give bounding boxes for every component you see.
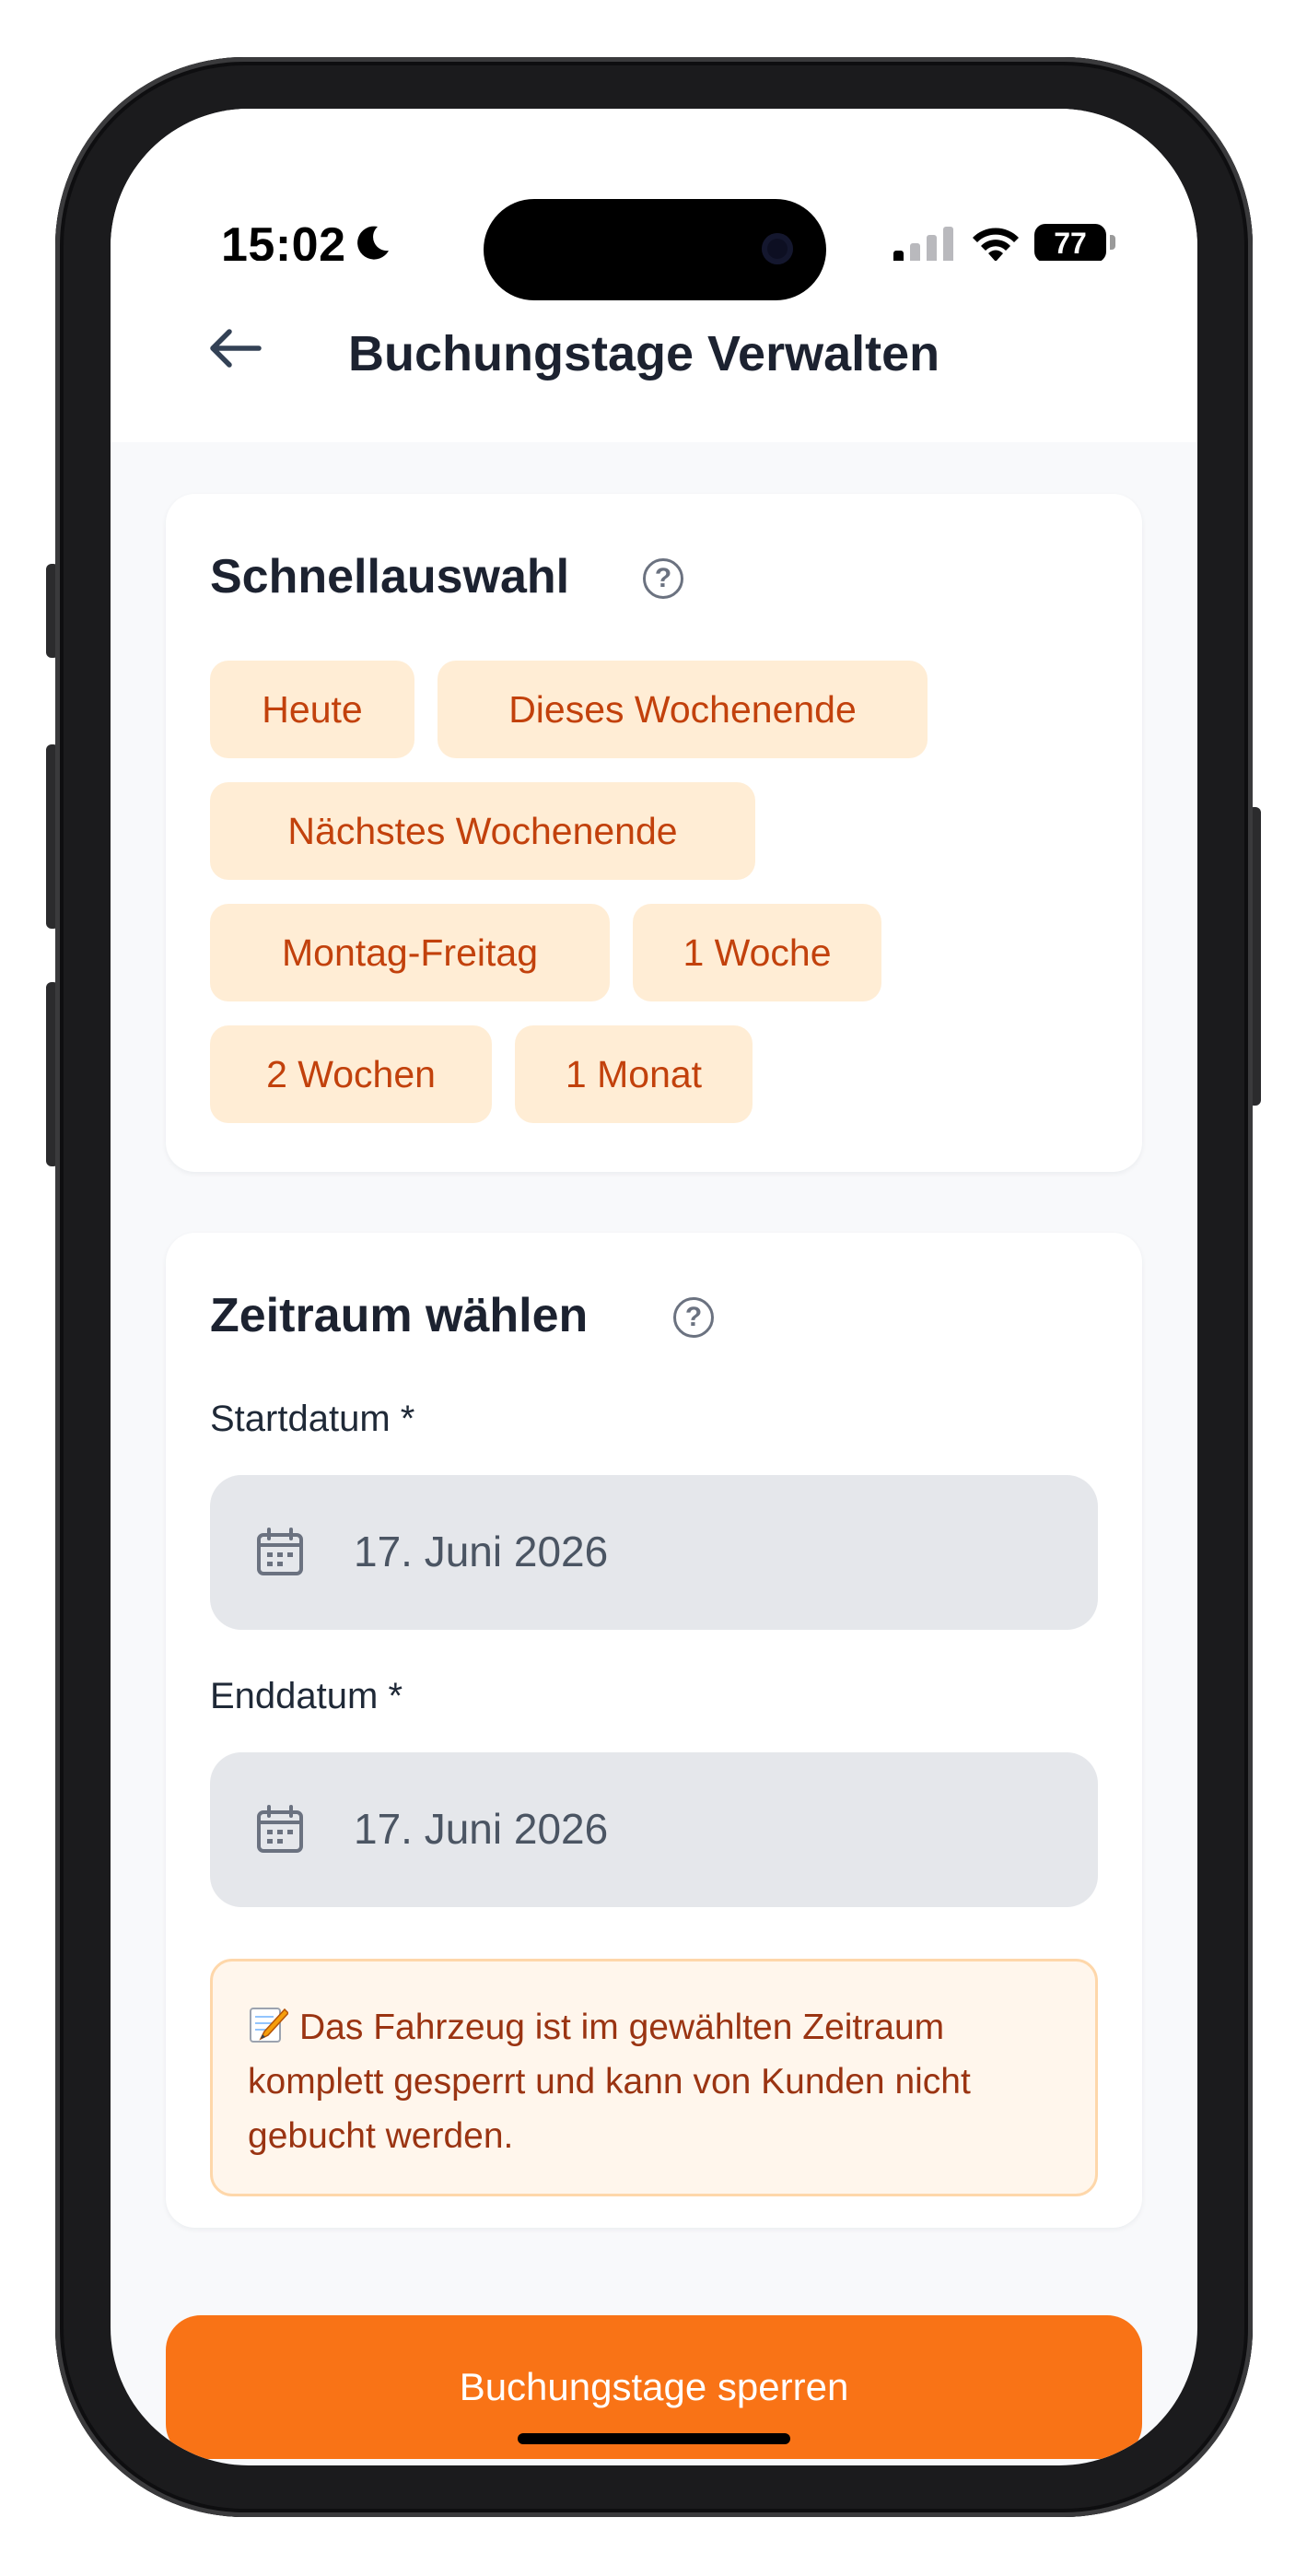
arrow-left-icon (210, 329, 262, 368)
chip-1-monat[interactable]: 1 Monat (515, 1025, 753, 1123)
quick-select-card: Schnellauswahl ? Heute Dieses Wochenende… (166, 494, 1142, 1172)
start-date-field[interactable]: 17. Juni 2026 (210, 1475, 1098, 1630)
app-screen: 15:02 77 Buchungstage Verwalten Schnella… (111, 109, 1197, 2465)
period-card: Zeitraum wählen ? Startdatum * 17. Juni … (166, 1233, 1142, 2228)
phone-frame: 15:02 77 Buchungstage Verwalten Schnella… (55, 57, 1253, 2517)
help-icon[interactable]: ? (673, 1297, 714, 1338)
start-date-label: Startdatum * (210, 1399, 415, 1439)
info-note-text: Das Fahrzeug ist im gewählten Zeitraum k… (248, 2008, 971, 2156)
camera-icon (762, 233, 793, 264)
calendar-icon (257, 1528, 303, 1575)
signal-icon (893, 227, 953, 263)
battery-level: 77 (1034, 224, 1106, 263)
wifi-icon (973, 228, 1019, 262)
battery-cap (1110, 235, 1115, 250)
info-note: Das Fahrzeug ist im gewählten Zeitraum k… (210, 1959, 1098, 2196)
end-date-label: Enddatum * (210, 1676, 403, 1716)
end-date-field[interactable]: 17. Juni 2026 (210, 1752, 1098, 1907)
memo-pencil-icon (250, 2008, 288, 2043)
chip-naechstes-wochenende[interactable]: Nächstes Wochenende (210, 782, 755, 880)
chip-1-woche[interactable]: 1 Woche (633, 904, 881, 1001)
dynamic-island (484, 199, 826, 300)
page-title: Buchungstage Verwalten (348, 326, 940, 381)
period-title: Zeitraum wählen (210, 1289, 589, 1342)
quick-select-title: Schnellauswahl (210, 550, 570, 603)
chip-montag-freitag[interactable]: Montag-Freitag (210, 904, 610, 1001)
back-button[interactable] (198, 311, 272, 385)
home-indicator (518, 2433, 790, 2444)
calendar-icon (257, 1805, 303, 1853)
chip-heute[interactable]: Heute (210, 661, 414, 758)
chip-2-wochen[interactable]: 2 Wochen (210, 1025, 492, 1123)
end-date-value: 17. Juni 2026 (354, 1805, 609, 1853)
chip-dieses-wochenende[interactable]: Dieses Wochenende (438, 661, 928, 758)
moon-icon (357, 226, 389, 260)
help-icon[interactable]: ? (643, 558, 683, 599)
start-date-value: 17. Juni 2026 (354, 1528, 609, 1575)
